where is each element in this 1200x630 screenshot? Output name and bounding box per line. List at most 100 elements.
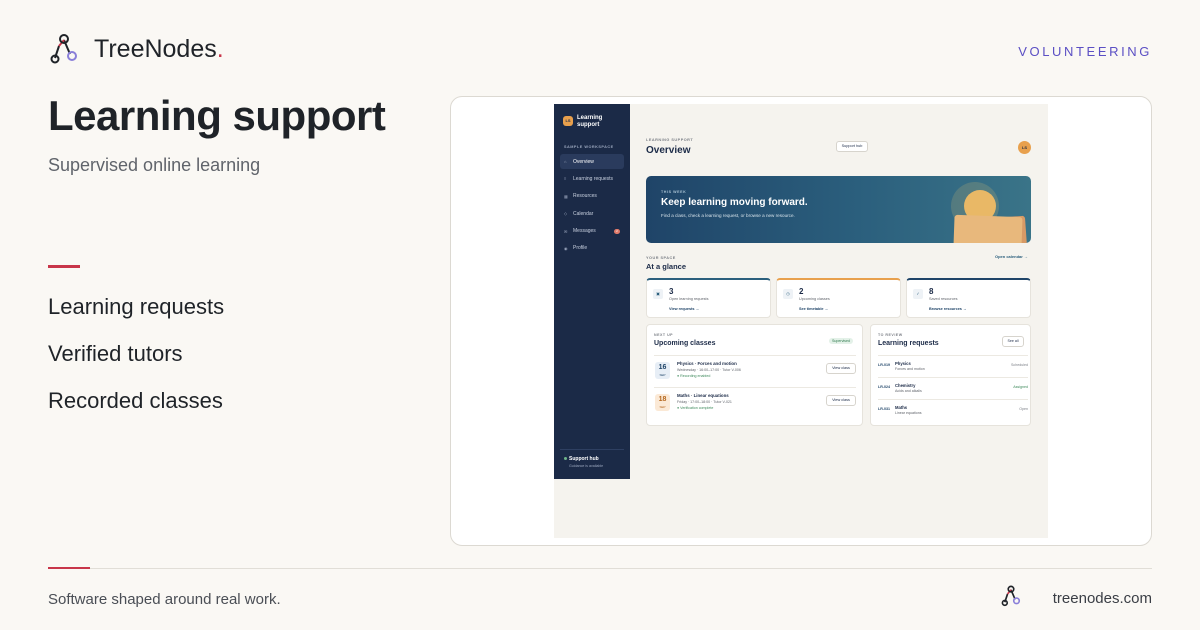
- view-class-button[interactable]: View class: [826, 395, 856, 406]
- sidebar-item-label: Calendar: [573, 210, 594, 217]
- footer-tagline: Software shaped around real work.: [48, 591, 281, 608]
- home-icon: ⌂: [564, 159, 567, 164]
- learning-requests-panel: TO REVIEW Learning requests See all LR-0…: [870, 324, 1031, 426]
- grid-icon: ▦: [564, 193, 568, 199]
- status-badge: Supervised: [829, 338, 853, 344]
- class-details: Friday · 17:00–18:00 · Tutor V-021: [677, 400, 732, 404]
- table-row[interactable]: LR-024 Chemistry Acids and alkalis Assig…: [878, 377, 1028, 399]
- feature-item: Verified tutors: [48, 341, 183, 366]
- stat-card-resources: ✓ 8 Saved resources Browse resources →: [906, 278, 1031, 318]
- support-hub-button[interactable]: Support hub: [836, 141, 868, 152]
- class-note: ● Verification complete: [677, 406, 714, 410]
- date-day: 18: [658, 396, 667, 403]
- request-status: Open: [1019, 407, 1028, 411]
- footer-divider: [48, 568, 1152, 569]
- hero-kicker: THIS WEEK: [661, 190, 687, 194]
- breadcrumb: LEARNING SUPPORT: [646, 138, 694, 142]
- hero-card-illustration: [953, 214, 1023, 243]
- stat-card-requests: ▣ 3 Open learning requests View requests…: [646, 278, 771, 318]
- date-badge: 18 SEP: [655, 394, 670, 411]
- footer-accent: [48, 567, 90, 569]
- sidebar-item-label: Overview: [573, 158, 594, 165]
- class-icon: ◷: [783, 289, 793, 299]
- workspace-label: SAMPLE WORKSPACE: [564, 145, 614, 149]
- brand-name: TreeNodes.: [94, 34, 224, 63]
- page-title: Learning support: [48, 92, 386, 139]
- panel-title: Learning requests: [878, 340, 939, 347]
- see-all-button[interactable]: See all: [1002, 336, 1024, 347]
- date-day: 16: [658, 364, 667, 371]
- support-hub-title: Support hub: [569, 456, 599, 462]
- sidebar-item-overview[interactable]: ⌂ Overview: [560, 154, 624, 169]
- sidebar-divider: [560, 449, 624, 450]
- request-topic: Forces and motion: [895, 367, 925, 371]
- hero-subtitle: Find a class, check a learning request, …: [661, 213, 795, 218]
- class-title: Maths · Linear equations: [677, 393, 729, 398]
- accent-divider: [48, 265, 80, 268]
- sidebar-item-profile[interactable]: ◉ Profile: [560, 241, 624, 256]
- hero-title: Keep learning moving forward.: [661, 197, 808, 208]
- footer-domain-link[interactable]: treenodes.com: [1053, 590, 1152, 607]
- sidebar-item-label: Resources: [573, 193, 597, 200]
- date-month: SEP: [659, 373, 666, 377]
- list-item: 16 SEP Physics · Forces and motion Wedne…: [654, 355, 856, 385]
- profile-icon: ◉: [564, 245, 568, 251]
- class-title: Physics · Forces and motion: [677, 361, 737, 366]
- message-icon: ✉: [564, 228, 568, 234]
- sidebar-item-label: Profile: [573, 245, 588, 252]
- app-screenshot: LS Learning support SAMPLE WORKSPACE ⌂ O…: [554, 104, 1048, 538]
- brand[interactable]: TreeNodes.: [48, 33, 224, 65]
- stat-number: 8: [929, 287, 934, 296]
- treenodes-logo-icon: [1001, 585, 1021, 607]
- request-title: Chemistry: [895, 383, 916, 388]
- request-topic: Acids and alkalis: [895, 389, 922, 393]
- view-requests-link[interactable]: View requests →: [669, 307, 699, 311]
- section-title: At a glance: [646, 262, 687, 271]
- browse-resources-link[interactable]: Browse resources →: [929, 307, 967, 311]
- request-id: LR-031: [878, 407, 890, 411]
- stat-number: 3: [669, 287, 674, 296]
- sidebar-item-label: Messages: [573, 228, 596, 235]
- app-logo-icon: LS: [563, 116, 573, 126]
- stat-label: Open learning requests: [669, 297, 709, 301]
- upcoming-classes-panel: NEXT UP Upcoming classes Supervised 16 S…: [646, 324, 863, 426]
- sidebar-item-resources[interactable]: ▦ Resources: [560, 189, 624, 204]
- stat-label: Upcoming classes: [799, 297, 830, 301]
- feature-item: Recorded classes: [48, 388, 223, 413]
- sidebar-item-label: Learning requests: [573, 175, 614, 182]
- request-status: Assigned: [1013, 385, 1028, 389]
- message-count-badge: 2: [614, 228, 620, 234]
- request-title: Physics: [895, 361, 911, 366]
- sidebar-item-learning-requests[interactable]: ≡ Learning requests: [560, 171, 624, 186]
- date-badge: 16 SEP: [655, 362, 670, 379]
- view-class-button[interactable]: View class: [826, 363, 856, 374]
- table-row[interactable]: LR-019 Physics Forces and motion Schedul…: [878, 355, 1028, 377]
- request-id: LR-019: [878, 363, 890, 367]
- stat-label: Saved resources: [929, 297, 958, 301]
- hero-banner: THIS WEEK Keep learning moving forward. …: [646, 176, 1031, 243]
- avatar[interactable]: LS: [1018, 141, 1031, 154]
- feature-list: Learning requests Verified tutors Record…: [48, 294, 224, 435]
- calendar-icon: ◇: [564, 211, 568, 217]
- sidebar-nav: ⌂ Overview ≡ Learning requests ▦ Resourc…: [560, 154, 624, 258]
- sidebar-item-calendar[interactable]: ◇ Calendar: [560, 206, 624, 221]
- stat-card-classes: ◷ 2 Upcoming classes See timetable →: [776, 278, 901, 318]
- overview-title: Overview: [646, 145, 691, 156]
- section-kicker: YOUR SPACE: [646, 256, 676, 260]
- treenodes-logo-icon: [50, 34, 77, 64]
- panel-kicker: NEXT UP: [654, 333, 674, 337]
- page-subtitle: Supervised online learning: [48, 155, 261, 175]
- request-topic: Linear equations: [895, 411, 922, 415]
- table-row[interactable]: LR-031 Maths Linear equations Open: [878, 399, 1028, 421]
- panel-title: Upcoming classes: [654, 340, 716, 347]
- open-calendar-link[interactable]: Open calendar →: [995, 254, 1028, 259]
- request-id: LR-024: [878, 385, 890, 389]
- request-title: Maths: [895, 405, 908, 410]
- class-details: Wednesday · 16:00–17:00 · Tutor V-006: [677, 368, 741, 372]
- request-icon: ▣: [653, 289, 663, 299]
- sidebar-item-messages[interactable]: ✉ Messages 2: [560, 224, 624, 239]
- sidebar-support-hub[interactable]: Support hub Guidance is available: [564, 456, 603, 468]
- see-timetable-link[interactable]: See timetable →: [799, 307, 828, 311]
- request-status: Scheduled: [1011, 363, 1028, 367]
- panel-kicker: TO REVIEW: [878, 333, 903, 337]
